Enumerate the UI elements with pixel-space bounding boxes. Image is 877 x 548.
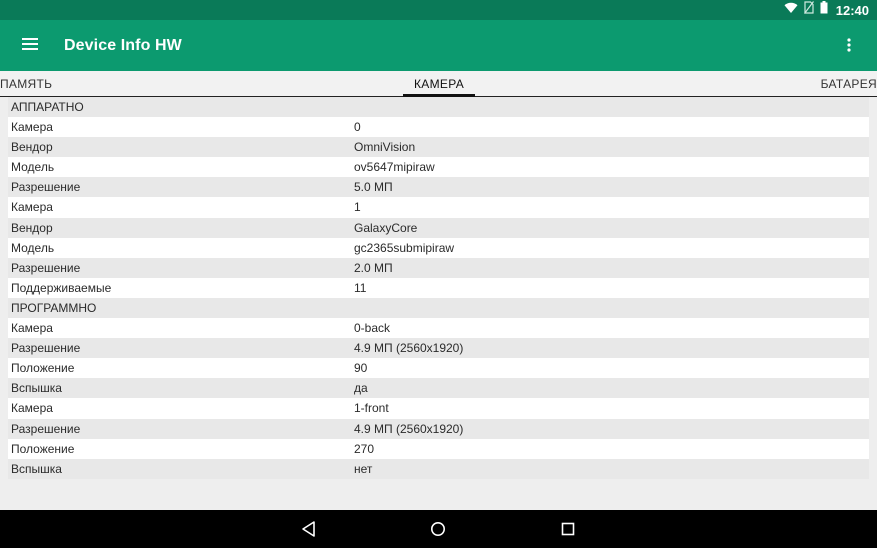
row-key: Разрешение <box>11 260 81 275</box>
tab-memory[interactable]: ПАМЯТЬ <box>0 77 52 91</box>
row-key: Разрешение <box>11 341 81 356</box>
row-value: 5.0 МП <box>354 180 393 195</box>
row-key: Положение <box>11 361 75 376</box>
row-key: Модель <box>11 160 55 175</box>
table-row: Положение 90 <box>8 358 869 379</box>
app-title: Device Info HW <box>64 37 182 54</box>
navigation-bar <box>0 510 877 548</box>
row-value: да <box>354 381 368 396</box>
battery-icon <box>820 1 828 19</box>
row-key: Вспышка <box>11 381 62 396</box>
row-value: GalaxyCore <box>354 220 418 235</box>
table-row: Камера 1 <box>8 197 869 218</box>
table-row: Положение 270 <box>8 438 869 459</box>
row-value: 4.9 МП (2560x1920) <box>354 421 464 436</box>
row-key: Положение <box>11 441 75 456</box>
table-row: Модель gc2365submipiraw <box>8 237 869 258</box>
row-value: OmniVision <box>354 140 416 155</box>
tab-battery[interactable]: БАТАРЕЯ <box>821 77 877 91</box>
section-title: ПРОГРАММНО <box>11 300 97 315</box>
row-key: Модель <box>11 240 55 255</box>
app-bar: Device Info HW <box>0 20 877 71</box>
table-row: Разрешение 5.0 МП <box>8 177 869 198</box>
section-title: АППАРАТНО <box>11 100 84 114</box>
table-row: Разрешение 4.9 МП (2560x1920) <box>8 338 869 359</box>
section-header-software: ПРОГРАММНО <box>8 297 869 319</box>
row-value: 270 <box>354 441 375 456</box>
status-icons: 12:40 <box>784 1 869 19</box>
wifi-icon <box>784 1 798 19</box>
back-icon[interactable] <box>300 520 318 538</box>
row-key: Вендор <box>11 220 53 235</box>
table-row: Вспышка нет <box>8 458 869 479</box>
row-key: Вспышка <box>11 461 62 476</box>
row-value: 4.9 МП (2560x1920) <box>354 341 464 356</box>
row-value: 11 <box>354 280 367 295</box>
row-value: 1 <box>354 200 361 215</box>
table-row: Вендор OmniVision <box>8 137 869 158</box>
home-icon[interactable] <box>429 520 447 538</box>
row-key: Камера <box>11 120 53 135</box>
tab-camera[interactable]: КАМЕРА <box>403 77 475 91</box>
row-value: нет <box>354 461 373 476</box>
row-value: 1-front <box>354 401 389 416</box>
row-value: ov5647mipiraw <box>354 160 435 175</box>
section-header-hardware: АППАРАТНО <box>8 97 869 118</box>
row-key: Разрешение <box>11 180 81 195</box>
row-value: 2.0 МП <box>354 260 393 275</box>
table-row: Камера 0 <box>8 117 869 138</box>
row-value: gc2365submipiraw <box>354 240 455 255</box>
table-row: Вендор GalaxyCore <box>8 217 869 238</box>
row-key: Камера <box>11 401 53 416</box>
table-row: Разрешение 2.0 МП <box>8 257 869 278</box>
table-row: Поддерживаемые 11 <box>8 277 869 298</box>
more-vert-icon[interactable] <box>845 37 853 53</box>
row-value: 0-back <box>354 321 391 336</box>
row-value: 90 <box>354 361 368 376</box>
row-key: Камера <box>11 200 53 215</box>
status-bar: 12:40 <box>0 0 877 20</box>
row-value: 0 <box>354 120 361 135</box>
table-row: Разрешение 4.9 МП (2560x1920) <box>8 418 869 439</box>
row-key: Поддерживаемые <box>11 280 112 295</box>
row-key: Разрешение <box>11 421 81 436</box>
row-key: Вендор <box>11 140 53 155</box>
info-list[interactable]: АППАРАТНО Камера 0 Вендор OmniVision Модел… <box>8 97 869 479</box>
recents-icon[interactable] <box>559 520 577 538</box>
tab-bar: ПАМЯТЬ КАМЕРА БАТАРЕЯ <box>0 71 877 97</box>
row-key: Камера <box>11 321 53 336</box>
status-time: 12:40 <box>835 2 869 18</box>
table-row: Вспышка да <box>8 378 869 399</box>
table-row: Камера 1-front <box>8 398 869 419</box>
table-row: Модель ov5647mipiraw <box>8 157 869 178</box>
hamburger-menu-icon[interactable] <box>22 37 40 51</box>
table-row: Камера 0-back <box>8 318 869 339</box>
no-sim-icon <box>803 1 814 19</box>
